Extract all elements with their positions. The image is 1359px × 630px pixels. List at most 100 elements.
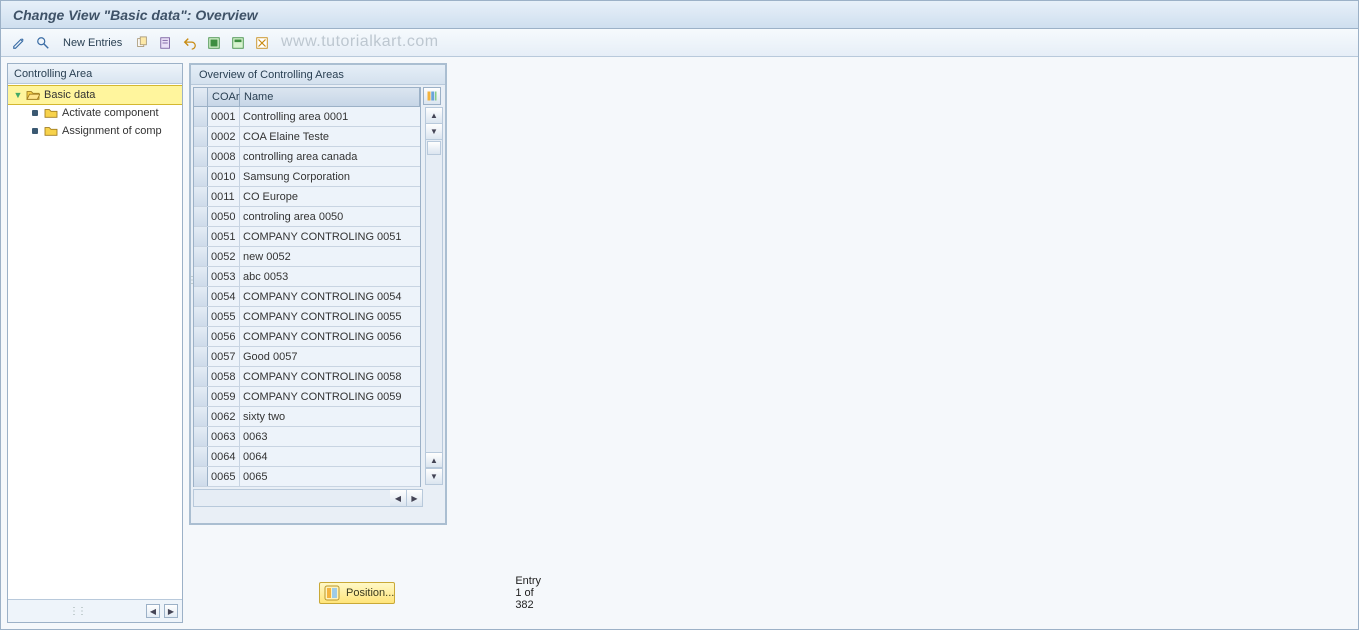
row-selector[interactable]: [194, 147, 208, 166]
cell-coar[interactable]: 0062: [208, 407, 240, 426]
row-selector[interactable]: [194, 287, 208, 306]
cell-name[interactable]: controling area 0050: [240, 207, 420, 226]
table-row[interactable]: 0050controling area 0050: [194, 207, 420, 227]
row-selector[interactable]: [194, 207, 208, 226]
row-selector[interactable]: [194, 107, 208, 126]
table-row[interactable]: 0054COMPANY CONTROLING 0054: [194, 287, 420, 307]
scroll-down-button[interactable]: ▼: [426, 468, 442, 484]
cell-coar[interactable]: 0054: [208, 287, 240, 306]
table-row[interactable]: 0001Controlling area 0001: [194, 107, 420, 127]
table-row[interactable]: 00630063: [194, 427, 420, 447]
cell-name[interactable]: 0065: [240, 467, 420, 486]
cell-name[interactable]: Samsung Corporation: [240, 167, 420, 186]
scroll-thumb[interactable]: [427, 141, 441, 155]
details-button[interactable]: [33, 33, 53, 53]
vertical-scrollbar[interactable]: ▲ ▼ ▲ ▼: [425, 107, 443, 485]
cell-coar[interactable]: 0057: [208, 347, 240, 366]
cell-coar[interactable]: 0065: [208, 467, 240, 486]
cell-name[interactable]: 0064: [240, 447, 420, 466]
row-selector[interactable]: [194, 247, 208, 266]
position-button[interactable]: Position...: [319, 582, 395, 604]
cell-name[interactable]: 0063: [240, 427, 420, 446]
cell-coar[interactable]: 0011: [208, 187, 240, 206]
tree-scroll-left-button[interactable]: ◀: [146, 604, 160, 618]
deselect-all-button[interactable]: [252, 33, 272, 53]
cell-name[interactable]: COMPANY CONTROLING 0055: [240, 307, 420, 326]
row-selector[interactable]: [194, 407, 208, 426]
cell-name[interactable]: COMPANY CONTROLING 0058: [240, 367, 420, 386]
cell-coar[interactable]: 0053: [208, 267, 240, 286]
row-selector[interactable]: [194, 327, 208, 346]
table-row[interactable]: 0052new 0052: [194, 247, 420, 267]
scroll-track[interactable]: [426, 156, 442, 452]
cell-coar[interactable]: 0052: [208, 247, 240, 266]
select-all-button[interactable]: [204, 33, 224, 53]
drag-handle-icon[interactable]: [12, 605, 142, 617]
hscroll-left-button[interactable]: ◀: [390, 490, 406, 506]
copy-as-button[interactable]: [132, 33, 152, 53]
cell-name[interactable]: COMPANY CONTROLING 0051: [240, 227, 420, 246]
table-row[interactable]: 0051COMPANY CONTROLING 0051: [194, 227, 420, 247]
hscroll-track[interactable]: [194, 490, 390, 506]
table-row[interactable]: 0008controlling area canada: [194, 147, 420, 167]
cell-name[interactable]: abc 0053: [240, 267, 420, 286]
cell-coar[interactable]: 0059: [208, 387, 240, 406]
toggle-display-change-button[interactable]: [9, 33, 29, 53]
cell-coar[interactable]: 0010: [208, 167, 240, 186]
table-row[interactable]: 00640064: [194, 447, 420, 467]
horizontal-scrollbar[interactable]: ◀ ▶: [193, 489, 423, 507]
cell-coar[interactable]: 0002: [208, 127, 240, 146]
table-row[interactable]: 0011CO Europe: [194, 187, 420, 207]
cell-name[interactable]: new 0052: [240, 247, 420, 266]
table-settings-button[interactable]: [423, 87, 441, 105]
table-row[interactable]: 0057Good 0057: [194, 347, 420, 367]
row-selector[interactable]: [194, 167, 208, 186]
cell-name[interactable]: CO Europe: [240, 187, 420, 206]
delete-button[interactable]: [156, 33, 176, 53]
cell-name[interactable]: COMPANY CONTROLING 0054: [240, 287, 420, 306]
cell-coar[interactable]: 0051: [208, 227, 240, 246]
table-row[interactable]: 0056COMPANY CONTROLING 0056: [194, 327, 420, 347]
cell-coar[interactable]: 0050: [208, 207, 240, 226]
table-row[interactable]: 0062sixty two: [194, 407, 420, 427]
table-row[interactable]: 0053abc 0053: [194, 267, 420, 287]
page-down-button[interactable]: ▲: [426, 452, 442, 468]
row-selector[interactable]: [194, 347, 208, 366]
cell-name[interactable]: controlling area canada: [240, 147, 420, 166]
undo-change-button[interactable]: [180, 33, 200, 53]
table-row[interactable]: 0055COMPANY CONTROLING 0055: [194, 307, 420, 327]
column-header-name[interactable]: Name: [240, 88, 420, 106]
select-block-button[interactable]: [228, 33, 248, 53]
select-all-rows-button[interactable]: [194, 88, 208, 106]
expand-icon[interactable]: ▼: [12, 90, 24, 100]
cell-name[interactable]: COMPANY CONTROLING 0056: [240, 327, 420, 346]
table-row[interactable]: 0010Samsung Corporation: [194, 167, 420, 187]
cell-coar[interactable]: 0008: [208, 147, 240, 166]
row-selector[interactable]: [194, 127, 208, 146]
table-row[interactable]: 00650065: [194, 467, 420, 487]
new-entries-button[interactable]: New Entries: [57, 33, 128, 53]
cell-coar[interactable]: 0064: [208, 447, 240, 466]
row-selector[interactable]: [194, 307, 208, 326]
cell-name[interactable]: COA Elaine Teste: [240, 127, 420, 146]
hscroll-right-button[interactable]: ▶: [406, 490, 422, 506]
table-row[interactable]: 0002COA Elaine Teste: [194, 127, 420, 147]
row-selector[interactable]: [194, 387, 208, 406]
cell-coar[interactable]: 0058: [208, 367, 240, 386]
row-selector[interactable]: [194, 467, 208, 486]
tree-item-basic-data[interactable]: ▼ Basic data: [8, 86, 182, 104]
cell-name[interactable]: COMPANY CONTROLING 0059: [240, 387, 420, 406]
tree-scroll-right-button[interactable]: ▶: [164, 604, 178, 618]
cell-coar[interactable]: 0055: [208, 307, 240, 326]
table-row[interactable]: 0058COMPANY CONTROLING 0058: [194, 367, 420, 387]
row-selector[interactable]: [194, 367, 208, 386]
tree-item-assignment-of-company[interactable]: Assignment of comp: [8, 122, 182, 140]
cell-name[interactable]: Good 0057: [240, 347, 420, 366]
scroll-up-button[interactable]: ▲: [426, 108, 442, 124]
cell-coar[interactable]: 0063: [208, 427, 240, 446]
row-selector[interactable]: [194, 267, 208, 286]
row-selector[interactable]: [194, 447, 208, 466]
table-row[interactable]: 0059COMPANY CONTROLING 0059: [194, 387, 420, 407]
cell-coar[interactable]: 0056: [208, 327, 240, 346]
column-header-coar[interactable]: COAr: [208, 88, 240, 106]
